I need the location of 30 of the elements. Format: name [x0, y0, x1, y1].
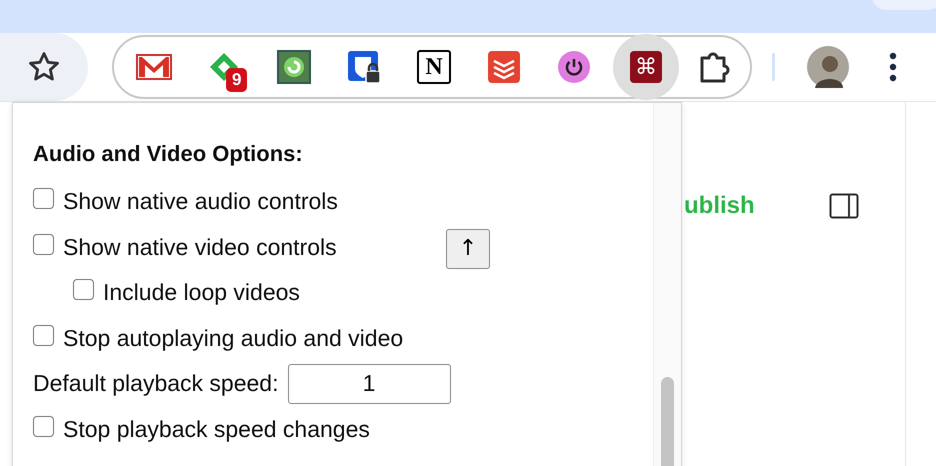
- extension-button[interactable]: 9: [190, 37, 258, 97]
- field-label: Default playback speed:: [33, 370, 278, 398]
- extension-button[interactable]: N: [400, 37, 468, 97]
- option-label: Stop playback speed changes: [63, 416, 370, 443]
- refresh-icon: [277, 50, 311, 84]
- option-label: Include loop videos: [103, 279, 300, 306]
- speed-field[interactable]: 1: [288, 364, 450, 404]
- menu-icon[interactable]: [889, 52, 897, 82]
- checkbox[interactable]: [33, 188, 54, 210]
- address-bar[interactable]: [0, 33, 88, 101]
- checkbox[interactable]: [73, 279, 94, 300]
- scrollbar-thumb[interactable]: [661, 377, 674, 466]
- option-label: Show native audio controls: [63, 188, 338, 216]
- avatar-icon[interactable]: [807, 46, 849, 88]
- checkbox[interactable]: [33, 234, 54, 255]
- extension-button[interactable]: ⌘: [613, 34, 679, 100]
- checkbox[interactable]: [33, 324, 54, 346]
- envelope-icon: [136, 53, 172, 81]
- power-icon: [557, 50, 591, 84]
- logo-mark: N: [417, 50, 451, 84]
- layers-icon: [487, 50, 521, 84]
- lock-icon: [346, 49, 382, 85]
- checkbox[interactable]: [33, 416, 54, 437]
- count-badge: 9: [226, 68, 248, 92]
- scroll-top-button[interactable]: ↑: [446, 228, 490, 268]
- option-label: Stop autoplaying audio and video: [63, 324, 404, 352]
- sidebar-icon[interactable]: [828, 193, 859, 219]
- command-logo: ⌘: [630, 51, 662, 83]
- option-label: Show native video controls: [63, 234, 337, 261]
- section-heading: Audio and Video Options:: [33, 141, 304, 167]
